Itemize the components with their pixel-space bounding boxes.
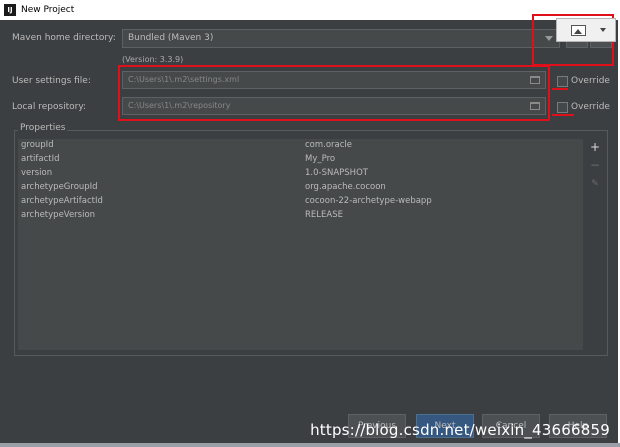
window-titlebar: IJ New Project [0,0,620,20]
property-key: artifactId [21,154,60,164]
table-row[interactable]: groupId com.oracle [18,139,583,153]
table-row[interactable]: artifactId My_Pro [18,153,583,167]
folder-icon[interactable] [530,102,540,110]
table-row[interactable]: archetypeArtifactId cocoon-22-archetype-… [18,195,583,209]
maven-home-label: Maven home directory: [12,33,116,43]
table-row[interactable]: archetypeGroupId org.apache.cocoon [18,181,583,195]
maven-home-combobox[interactable]: Bundled (Maven 3) [122,29,560,48]
edit-property-icon[interactable]: ✎ [589,178,601,190]
new-project-dialog: Maven home directory: Bundled (Maven 3) … [0,20,618,447]
property-value: cocoon-22-archetype-webapp [305,196,432,206]
chevron-down-icon[interactable] [600,28,606,32]
user-settings-override-checkbox[interactable] [557,76,568,87]
property-value: org.apache.cocoon [305,182,386,192]
table-row[interactable]: archetypeVersion RELEASE [18,209,583,223]
property-value: RELEASE [305,210,343,220]
chevron-down-icon [545,36,553,41]
image-tools-popup[interactable] [556,18,616,42]
user-settings-value: C:\Users\1\.m2\settings.xml [128,75,240,84]
property-value: My_Pro [305,154,336,164]
local-repository-override-checkbox[interactable] [557,102,568,113]
property-key: groupId [21,140,54,150]
taskbar-strip [0,443,620,447]
property-key: archetypeArtifactId [21,196,103,206]
annotation-underline-local-repository [552,114,574,116]
property-key: archetypeVersion [21,210,96,220]
local-repository-label: Local repository: [12,102,87,112]
maven-home-value: Bundled (Maven 3) [128,33,214,43]
property-value: com.oracle [305,140,353,150]
maven-version-text: (Version: 3.3.9) [122,55,184,64]
property-key: version [21,168,53,178]
annotation-underline-user-settings [552,88,568,90]
user-settings-label: User settings file: [12,76,91,86]
local-repository-value: C:\Users\1\.m2\repository [128,101,231,110]
property-value: 1.0-SNAPSHOT [305,168,368,178]
properties-title: Properties [18,123,68,133]
user-settings-override-label: Override [571,76,610,86]
local-repository-override-label: Override [571,102,610,112]
local-repository-field[interactable]: C:\Users\1\.m2\repository [122,97,546,115]
properties-table[interactable]: groupId com.oracle artifactId My_Pro ver… [18,139,583,350]
add-property-icon[interactable]: + [589,141,601,153]
intellij-app-icon: IJ [4,4,16,16]
image-icon[interactable] [571,24,586,36]
remove-property-icon[interactable]: − [589,159,601,171]
table-row[interactable]: version 1.0-SNAPSHOT [18,167,583,181]
property-key: archetypeGroupId [21,182,98,192]
user-settings-field[interactable]: C:\Users\1\.m2\settings.xml [122,71,546,89]
window-title: New Project [21,5,75,15]
folder-icon[interactable] [530,76,540,84]
watermark-text: https://blog.csdn.net/weixin_43666859 [310,421,610,439]
